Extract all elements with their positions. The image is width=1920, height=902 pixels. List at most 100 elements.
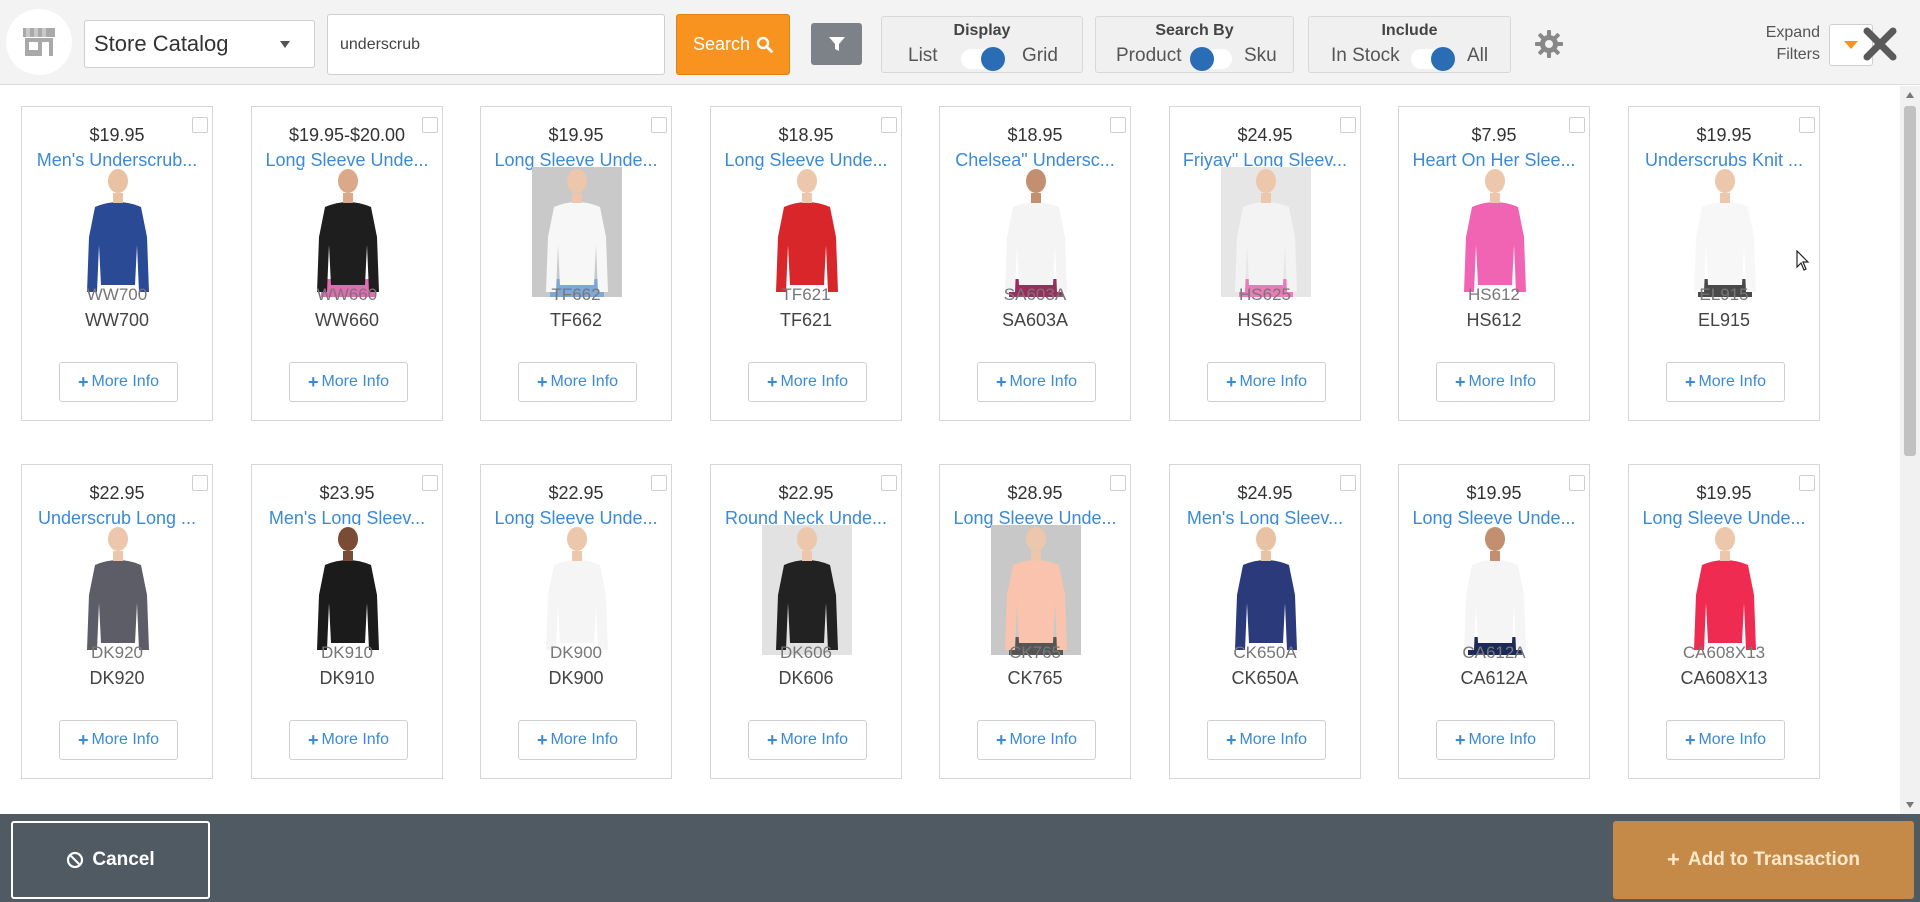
more-info-button[interactable]: + More Info: [748, 362, 867, 402]
product-image[interactable]: [532, 525, 622, 655]
product-card[interactable]: $19.95 Long Sleeve Unde... CA612A CA612A…: [1398, 464, 1590, 779]
more-info-label: More Info: [1239, 731, 1308, 748]
product-image[interactable]: [1450, 525, 1540, 655]
more-info-button[interactable]: + More Info: [518, 720, 637, 760]
settings-button[interactable]: [1533, 28, 1565, 60]
more-info-label: More Info: [550, 373, 619, 390]
close-button[interactable]: [1862, 20, 1898, 68]
product-image[interactable]: [991, 167, 1081, 297]
product-image[interactable]: [73, 525, 163, 655]
include-switch-knob: [1431, 47, 1455, 71]
product-sku: WW660: [314, 310, 379, 330]
product-image[interactable]: [1680, 525, 1770, 655]
product-price: $7.95: [1471, 125, 1517, 145]
product-card[interactable]: $23.95 Men's Long Sleev... DK910 DK910 +…: [251, 464, 443, 779]
more-info-button[interactable]: + More Info: [59, 362, 178, 402]
product-image[interactable]: [1221, 525, 1311, 655]
include-in-stock-label[interactable]: In Stock: [1331, 45, 1400, 67]
product-image[interactable]: [73, 167, 163, 297]
more-info-button[interactable]: + More Info: [1207, 720, 1326, 760]
store-icon[interactable]: [6, 9, 72, 75]
search-by-sku-label[interactable]: Sku: [1244, 45, 1277, 67]
product-image[interactable]: [1221, 167, 1311, 297]
product-sku: DK606: [778, 668, 834, 688]
search-by-switch[interactable]: [1190, 47, 1232, 71]
scrollbar[interactable]: [1900, 86, 1920, 814]
product-card[interactable]: $19.95 Long Sleeve Unde... TF662 TF662 +…: [480, 106, 672, 421]
display-toggle[interactable]: Display List Grid: [881, 16, 1083, 73]
product-card[interactable]: $24.95 Friyay" Long Sleev... HS625 HS625…: [1169, 106, 1361, 421]
product-card[interactable]: $22.95 Long Sleeve Unde... DK900 DK900 +…: [480, 464, 672, 779]
more-info-button[interactable]: + More Info: [59, 720, 178, 760]
more-info-button[interactable]: + More Info: [748, 720, 867, 760]
product-sku: SA603A: [1001, 310, 1069, 330]
scroll-down-arrow[interactable]: [1906, 802, 1914, 808]
search-by-product-label[interactable]: Product: [1116, 45, 1181, 67]
product-image[interactable]: [762, 167, 852, 297]
product-card[interactable]: $18.95 Long Sleeve Unde... TF621 TF621 +…: [710, 106, 902, 421]
include-switch[interactable]: [1411, 47, 1455, 71]
product-image[interactable]: [1450, 167, 1540, 297]
scrollbar-thumb[interactable]: [1904, 106, 1916, 456]
more-info-button[interactable]: + More Info: [1436, 362, 1555, 402]
more-info-button[interactable]: + More Info: [1666, 720, 1785, 760]
filter-button[interactable]: [811, 23, 862, 65]
more-info-button[interactable]: + More Info: [518, 362, 637, 402]
include-all-label[interactable]: All: [1467, 45, 1488, 67]
product-image[interactable]: [532, 167, 622, 297]
scroll-up-arrow[interactable]: [1906, 92, 1914, 98]
more-info-button[interactable]: + More Info: [1207, 362, 1326, 402]
catalog-select[interactable]: Store Catalog: [84, 20, 315, 68]
product-image[interactable]: [762, 525, 852, 655]
product-image[interactable]: [991, 525, 1081, 655]
search-button[interactable]: Search: [676, 14, 790, 75]
include-toggle[interactable]: Include In Stock All: [1308, 16, 1511, 73]
plus-icon: +: [995, 729, 1007, 750]
product-price: $19.95-$20.00: [288, 125, 406, 145]
product-sku: CA612A: [1460, 668, 1528, 688]
more-info-label: More Info: [780, 731, 849, 748]
product-card[interactable]: $22.95 Round Neck Unde... DK606 DK606 + …: [710, 464, 902, 779]
display-switch[interactable]: [961, 47, 1005, 71]
product-image[interactable]: [1680, 167, 1770, 297]
product-card[interactable]: $19.95 Long Sleeve Unde... CA608X13 CA60…: [1628, 464, 1820, 779]
display-switch-knob: [981, 47, 1005, 71]
product-image[interactable]: [303, 525, 393, 655]
plus-icon: +: [1225, 729, 1237, 750]
display-list-label[interactable]: List: [908, 45, 938, 67]
product-card[interactable]: $18.95 Chelsea" Undersc... SA603A SA603A…: [939, 106, 1131, 421]
product-sku: HS625: [1237, 310, 1293, 330]
search-by-toggle[interactable]: Search By Product Sku: [1095, 16, 1294, 73]
plus-icon: +: [995, 371, 1007, 392]
display-grid-label[interactable]: Grid: [1022, 45, 1058, 67]
product-card[interactable]: $28.95 Long Sleeve Unde... CK765 CK765 +…: [939, 464, 1131, 779]
product-sku-overlay: CA608X13: [1682, 643, 1766, 662]
product-card[interactable]: $19.95 Men's Underscrub... WW700 WW700 +…: [21, 106, 213, 421]
more-info-label: More Info: [91, 731, 160, 748]
more-info-label: More Info: [1009, 731, 1078, 748]
search-input[interactable]: [327, 14, 665, 75]
more-info-button[interactable]: + More Info: [977, 362, 1096, 402]
product-image[interactable]: [303, 167, 393, 297]
product-card[interactable]: $22.95 Underscrub Long ... DK920 DK920 +…: [21, 464, 213, 779]
product-card[interactable]: $19.95-$20.00 Long Sleeve Unde... WW660 …: [251, 106, 443, 421]
product-sku-overlay: SA603A: [1003, 285, 1067, 304]
plus-icon: +: [536, 371, 548, 392]
product-price: $19.95: [89, 125, 145, 145]
more-info-button[interactable]: + More Info: [1666, 362, 1785, 402]
plus-icon: +: [307, 371, 319, 392]
plus-icon: +: [1684, 729, 1696, 750]
more-info-button[interactable]: + More Info: [289, 720, 408, 760]
product-card[interactable]: $7.95 Heart On Her Slee... HS612 HS612 +…: [1398, 106, 1590, 421]
display-toggle-title: Display: [953, 22, 1011, 39]
product-sku: CA608X13: [1680, 668, 1768, 688]
add-to-transaction-button[interactable]: + Add to Transaction: [1613, 821, 1914, 899]
product-card[interactable]: $24.95 Men's Long Sleev... CK650A CK650A…: [1169, 464, 1361, 779]
cancel-button[interactable]: Cancel: [11, 821, 210, 899]
more-info-button[interactable]: + More Info: [289, 362, 408, 402]
more-info-button[interactable]: + More Info: [977, 720, 1096, 760]
more-info-button[interactable]: + More Info: [1436, 720, 1555, 760]
product-card[interactable]: $19.95 Underscrubs Knit ... EL915 EL915 …: [1628, 106, 1820, 421]
product-price: $19.95: [1696, 125, 1752, 145]
product-sku: WW700: [84, 310, 149, 330]
